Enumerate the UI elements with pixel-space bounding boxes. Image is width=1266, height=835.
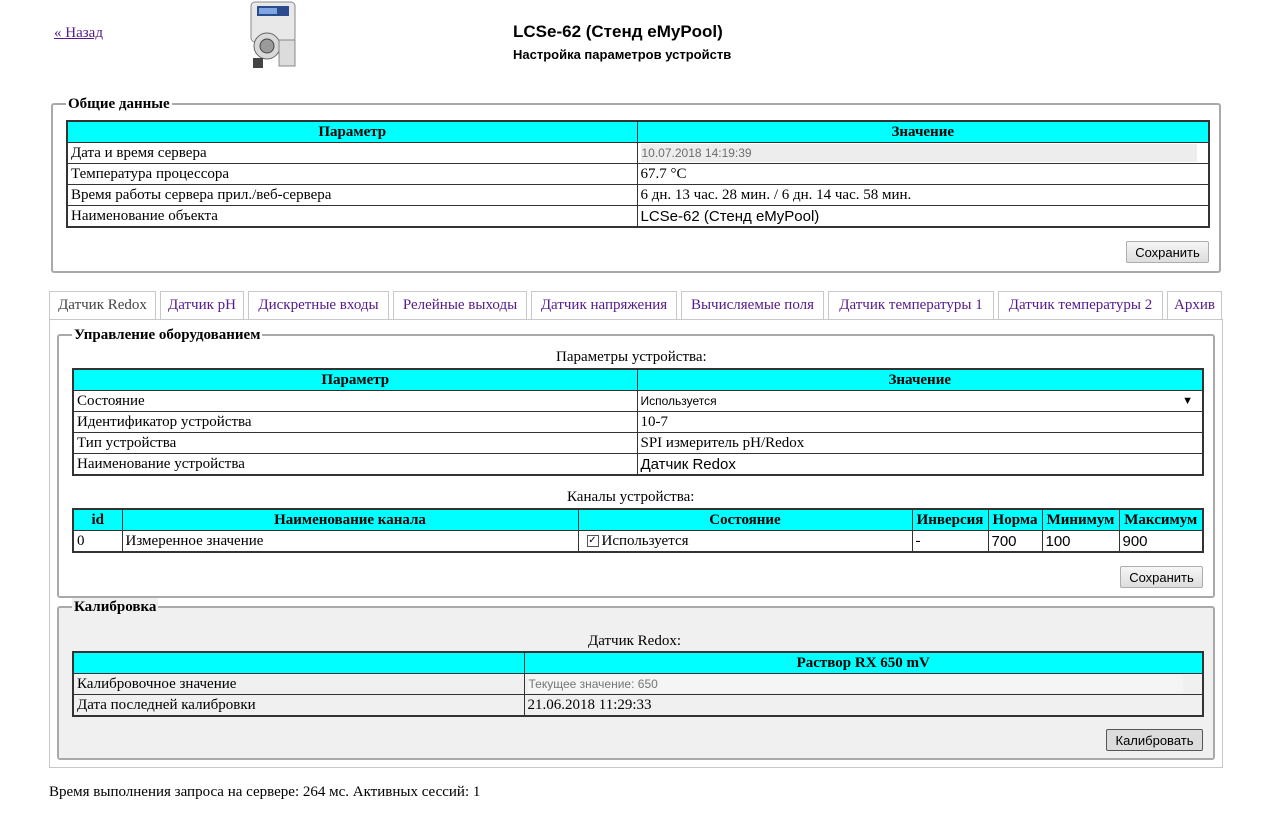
param-cell: Тип устройства — [72, 432, 638, 454]
device-name-field[interactable]: Датчик Redox — [636, 453, 1204, 476]
device-params-table: Параметр Значение Состояние Используется… — [72, 368, 1204, 476]
channel-min-field[interactable]: 100 — [1041, 530, 1120, 553]
param-cell: Дата последней калибровки — [72, 694, 525, 717]
tab-voltage-sensor[interactable]: Датчик напряжения — [531, 291, 677, 319]
col-header-id: id — [72, 508, 123, 531]
device-params-caption: Параметры устройства: — [556, 349, 707, 365]
col-header-param: Параметр — [66, 120, 638, 143]
col-header-max: Максимум — [1118, 508, 1204, 531]
param-cell: Дата и время сервера — [66, 142, 638, 164]
value-cell: 6 дн. 13 час. 28 мин. / 6 дн. 14 час. 58… — [636, 184, 1210, 206]
value-cell: 10-7 — [636, 411, 1204, 433]
tab-relay-outputs[interactable]: Релейные выходы — [393, 291, 527, 319]
param-cell: Идентификатор устройства — [72, 411, 638, 433]
device-image — [250, 1, 296, 68]
save-equipment-button[interactable]: Сохранить — [1120, 566, 1203, 588]
value-cell: 21.06.2018 11:29:33 — [523, 694, 1204, 717]
param-cell: Наименование устройства — [72, 453, 638, 476]
channel-norm-field[interactable]: 700 — [987, 530, 1043, 553]
param-cell: Наименование объекта — [66, 205, 638, 228]
tab-discrete-inputs[interactable]: Дискретные входы — [248, 291, 389, 319]
tab-computed-fields[interactable]: Вычисляемые поля — [681, 291, 824, 319]
channel-inversion: - — [911, 530, 989, 553]
save-general-button[interactable]: Сохранить — [1126, 241, 1209, 263]
calibrate-button[interactable]: Калибровать — [1106, 729, 1203, 751]
calibration-value-field[interactable]: Текущее значение: 650 — [523, 673, 1204, 695]
channel-id: 0 — [72, 530, 123, 553]
channels-table: id Наименование канала Состояние Инверси… — [72, 508, 1204, 553]
tab-redox[interactable]: Датчик Redox — [49, 291, 156, 319]
channel-state-label: Используется — [601, 532, 689, 549]
table-row: Время работы сервера прил./веб-сервера 6… — [66, 184, 1210, 206]
channels-caption: Каналы устройства: — [567, 489, 695, 505]
tab-ph[interactable]: Датчик pH — [160, 291, 244, 319]
channel-state-cell: ✓ Используется — [577, 530, 913, 553]
param-cell: Время работы сервера прил./веб-сервера — [66, 184, 638, 206]
equipment-legend: Управление оборудованием — [72, 326, 263, 344]
general-data-legend: Общие данные — [66, 95, 172, 113]
param-cell: Калибровочное значение — [72, 673, 525, 695]
general-data-table: Параметр Значение Дата и время сервера 1… — [66, 120, 1210, 228]
table-row: Калибровочное значение Текущее значение:… — [72, 673, 1204, 695]
col-header-channel-name: Наименование канала — [121, 508, 579, 531]
calibration-fieldset: Калибровка Датчик Redox: Раствор RX 650 … — [57, 598, 1215, 760]
chevron-down-icon: ▼ — [1182, 395, 1193, 407]
col-header-norm: Норма — [987, 508, 1043, 531]
col-header-param: Параметр — [72, 368, 638, 391]
col-header-state: Состояние — [577, 508, 913, 531]
table-row: Наименование объекта LCSe-62 (Стенд eMyP… — [66, 205, 1210, 228]
general-data-fieldset: Общие данные Параметр Значение Дата и вр… — [51, 95, 1221, 273]
col-header-value: Значение — [636, 120, 1210, 143]
calibration-caption: Датчик Redox: — [588, 633, 681, 649]
tab-archive[interactable]: Архив — [1167, 291, 1222, 319]
channel-name: Измеренное значение — [121, 530, 579, 553]
state-select-value: Используется — [640, 394, 717, 408]
col-header-empty — [72, 651, 525, 674]
table-row: Тип устройства SPI измеритель pH/Redox — [72, 432, 1204, 454]
col-header-value: Значение — [636, 368, 1204, 391]
tab-temperature-1[interactable]: Датчик температуры 1 — [828, 291, 994, 319]
table-row: Состояние Используется ▼ — [72, 390, 1204, 412]
channel-max-field[interactable]: 900 — [1118, 530, 1204, 553]
table-row: Температура процессора 67.7 °C — [66, 163, 1210, 185]
state-select[interactable]: Используется ▼ — [636, 390, 1204, 412]
footer-status: Время выполнения запроса на сервере: 264… — [49, 784, 481, 800]
param-cell: Состояние — [72, 390, 638, 412]
table-row: 0 Измеренное значение ✓ Используется - 70… — [72, 530, 1204, 553]
table-row: Идентификатор устройства 10-7 — [72, 411, 1204, 433]
value-cell: 67.7 °C — [636, 163, 1210, 185]
calibration-legend: Калибровка — [72, 598, 159, 616]
tab-temperature-2[interactable]: Датчик температуры 2 — [998, 291, 1163, 319]
col-header-solution: Раствор RX 650 mV — [523, 651, 1204, 674]
page-subtitle: Настройка параметров устройств — [513, 47, 732, 62]
calibration-table: Раствор RX 650 mV Калибровочное значение… — [72, 651, 1204, 717]
equipment-fieldset: Управление оборудованием Параметры устро… — [57, 326, 1215, 598]
table-row: Наименование устройства Датчик Redox — [72, 453, 1204, 476]
object-name-field[interactable]: LCSe-62 (Стенд eMyPool) — [636, 205, 1210, 228]
page-title: LCSe-62 (Стенд eMyPool) — [513, 22, 723, 41]
param-cell: Температура процессора — [66, 163, 638, 185]
back-link[interactable]: « Назад — [54, 25, 103, 42]
value-cell: SPI измеритель pH/Redox — [636, 432, 1204, 454]
table-row: Дата последней калибровки 21.06.2018 11:… — [72, 694, 1204, 717]
col-header-inversion: Инверсия — [911, 508, 989, 531]
channel-used-checkbox[interactable]: ✓ — [586, 535, 599, 548]
col-header-min: Минимум — [1041, 508, 1120, 531]
table-row: Дата и время сервера 10.07.2018 14:19:39 — [66, 142, 1210, 164]
server-datetime-field[interactable]: 10.07.2018 14:19:39 — [636, 142, 1210, 164]
